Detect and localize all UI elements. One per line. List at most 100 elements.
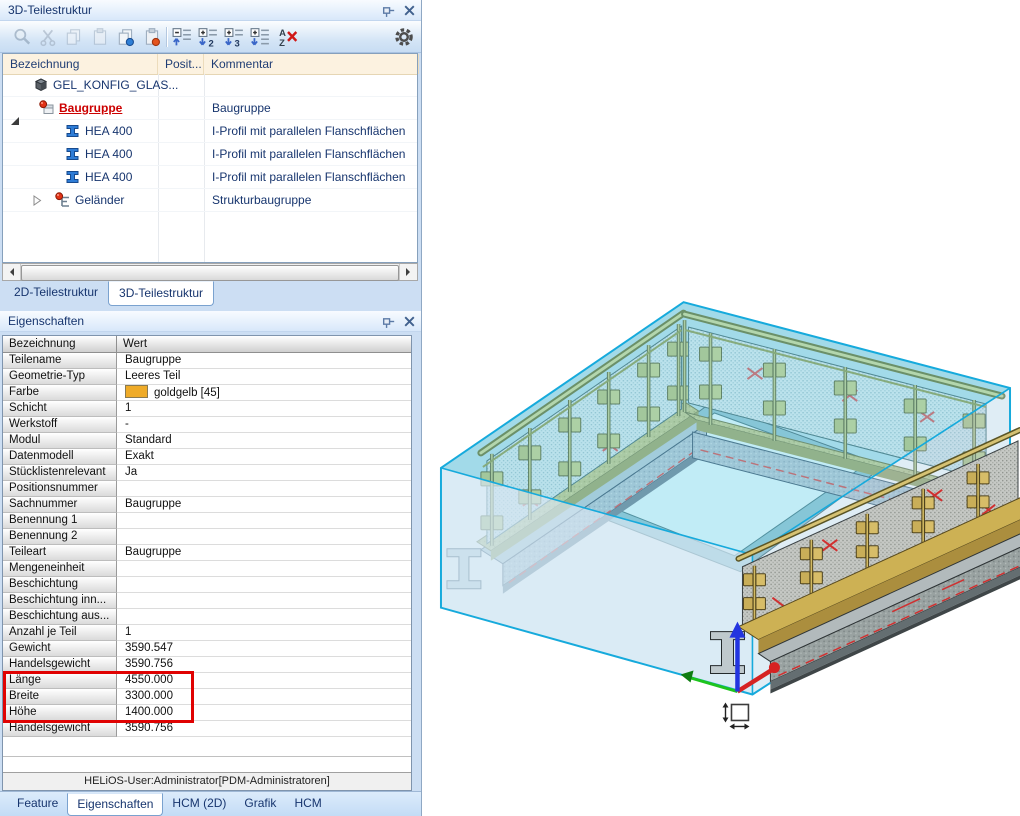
property-value[interactable]: 3300.000 — [117, 689, 411, 705]
close-icon[interactable] — [402, 314, 417, 329]
tree-row-label[interactable]: Baugruppe — [59, 100, 122, 116]
pin-icon[interactable] — [381, 314, 396, 329]
tree-column-header[interactable]: Bezeichnung — [3, 54, 158, 74]
property-row[interactable]: Benennung 2 — [3, 529, 411, 545]
properties-column-header[interactable]: Wert — [117, 336, 412, 353]
tree-row-comment: Strukturbaugruppe — [212, 192, 311, 208]
cut-scissors-icon[interactable] — [39, 27, 59, 47]
scrollbar-thumb[interactable] — [21, 265, 399, 281]
property-row[interactable]: Farbegoldgelb [45] — [3, 385, 411, 401]
tab-grafik[interactable]: Grafik — [235, 793, 285, 814]
property-row[interactable]: Handelsgewicht3590.756 — [3, 721, 411, 737]
tree-row-label[interactable]: HEA 400 — [85, 123, 132, 139]
property-row[interactable]: ModulStandard — [3, 433, 411, 449]
tab-3d-teilestruktur[interactable]: 3D-Teilestruktur — [108, 281, 214, 306]
scroll-left-arrow-icon[interactable] — [3, 264, 21, 280]
property-row[interactable]: TeileartBaugruppe — [3, 545, 411, 561]
tree-row-label[interactable]: HEA 400 — [85, 169, 132, 185]
property-label: Farbe — [3, 385, 117, 401]
tree-row[interactable]: BaugruppeBaugruppe — [3, 97, 417, 120]
collapse-structure-icon[interactable] — [172, 27, 192, 47]
tab-2d-teilestruktur[interactable]: 2D-Teilestruktur — [4, 281, 108, 304]
property-row[interactable]: Benennung 1 — [3, 513, 411, 529]
tree-row[interactable]: Geländer Strukturbaugruppe — [3, 189, 417, 212]
property-value[interactable] — [117, 609, 411, 625]
property-row[interactable]: Höhe1400.000 — [3, 705, 411, 721]
tree-row-label[interactable]: HEA 400 — [85, 146, 132, 162]
property-value[interactable]: Ja — [117, 465, 411, 481]
horizontal-scrollbar[interactable] — [2, 263, 418, 281]
tree-row-label[interactable]: Geländer — [75, 192, 124, 208]
tree-row[interactable]: HEA 400 I-Profil mit parallelen Flanschfl… — [3, 143, 417, 166]
property-row[interactable]: SachnummerBaugruppe — [3, 497, 411, 513]
property-value[interactable]: 1400.000 — [117, 705, 411, 721]
tree-column-header[interactable]: Posit... — [158, 54, 204, 74]
property-row[interactable]: StücklistenrelevantJa — [3, 465, 411, 481]
property-row[interactable]: Beschichtung inn... — [3, 593, 411, 609]
paste-with-reference-icon[interactable] — [142, 27, 162, 47]
expand-level-2-icon[interactable]: 2 — [198, 27, 218, 47]
property-row[interactable]: Positionsnummer — [3, 481, 411, 497]
tab-feature[interactable]: Feature — [8, 793, 67, 814]
tree-row[interactable]: HEA 400I-Profil mit parallelen Flanschfl… — [3, 120, 417, 143]
remove-sorting-icon[interactable]: AZ — [278, 27, 298, 47]
property-value[interactable] — [117, 513, 411, 529]
property-row[interactable]: Geometrie-TypLeeres Teil — [3, 369, 411, 385]
property-value[interactable]: 3590.756 — [117, 657, 411, 673]
property-value[interactable]: - — [117, 417, 411, 433]
property-value[interactable]: 3590.547 — [117, 641, 411, 657]
paste-icon[interactable] — [90, 27, 110, 47]
copy-icon[interactable] — [64, 27, 84, 47]
property-value[interactable]: Baugruppe — [117, 497, 411, 513]
property-value[interactable]: 3590.756 — [117, 721, 411, 737]
property-row[interactable]: Gewicht3590.547 — [3, 641, 411, 657]
tab-hcm[interactable]: HCM — [285, 793, 330, 814]
pin-icon[interactable] — [381, 3, 396, 18]
property-value[interactable]: Exakt — [117, 449, 411, 465]
property-row[interactable]: TeilenameBaugruppe — [3, 353, 411, 369]
property-value[interactable] — [117, 561, 411, 577]
expand-all-icon[interactable] — [250, 27, 270, 47]
tree-row-comment: I-Profil mit parallelen Flanschflächen — [212, 146, 405, 162]
property-row[interactable]: Beschichtung aus... — [3, 609, 411, 625]
property-row[interactable]: Schicht1 — [3, 401, 411, 417]
property-row[interactable]: Anzahl je Teil1 — [3, 625, 411, 641]
property-value[interactable]: Standard — [117, 433, 411, 449]
tree-row[interactable]: HEA 400I-Profil mit parallelen Flanschfl… — [3, 166, 417, 189]
scroll-right-arrow-icon[interactable] — [399, 264, 417, 280]
property-value[interactable] — [117, 593, 411, 609]
property-value[interactable]: Baugruppe — [117, 545, 411, 561]
property-row[interactable]: Beschichtung — [3, 577, 411, 593]
property-value[interactable] — [117, 481, 411, 497]
property-row[interactable]: Werkstoff- — [3, 417, 411, 433]
property-value[interactable]: 1 — [117, 401, 411, 417]
tab-eigenschaften[interactable]: Eigenschaften — [67, 793, 163, 816]
property-value[interactable]: Leeres Teil — [117, 369, 411, 385]
expand-level-3-icon[interactable]: 3 — [224, 27, 244, 47]
copy-with-reference-icon[interactable] — [116, 27, 136, 47]
tree-row-label[interactable]: GEL_KONFIG_GLAS... — [53, 77, 178, 93]
property-row[interactable]: Länge4550.000 — [3, 673, 411, 689]
property-value[interactable]: Baugruppe — [117, 353, 411, 369]
property-value[interactable]: 4550.000 — [117, 673, 411, 689]
settings-gear-icon[interactable] — [394, 27, 414, 47]
expander-open-icon[interactable] — [11, 103, 19, 117]
properties-column-header[interactable]: Bezeichnung — [3, 336, 117, 353]
tab-hcm-2d-[interactable]: HCM (2D) — [163, 793, 235, 814]
viewport-3d[interactable] — [423, 0, 1020, 816]
property-row[interactable]: Mengeneinheit — [3, 561, 411, 577]
property-row[interactable]: Handelsgewicht3590.756 — [3, 657, 411, 673]
tree-column-header[interactable]: Kommentar — [204, 54, 419, 74]
property-value[interactable]: 1 — [117, 625, 411, 641]
tree-table: BezeichnungPosit...Kommentar GEL_KONFIG_… — [2, 53, 418, 263]
property-row[interactable]: DatenmodellExakt — [3, 449, 411, 465]
tree-row[interactable]: GEL_KONFIG_GLAS... — [3, 74, 417, 97]
property-value[interactable] — [117, 529, 411, 545]
close-icon[interactable] — [402, 3, 417, 18]
bottom-tab-strip: FeatureEigenschaftenHCM (2D)GrafikHCM — [0, 791, 421, 816]
expander-closed-icon[interactable] — [33, 195, 42, 210]
property-value[interactable]: goldgelb [45] — [117, 385, 411, 401]
property-value[interactable] — [117, 577, 411, 593]
property-row[interactable]: Breite3300.000 — [3, 689, 411, 705]
search-icon[interactable] — [12, 27, 32, 47]
